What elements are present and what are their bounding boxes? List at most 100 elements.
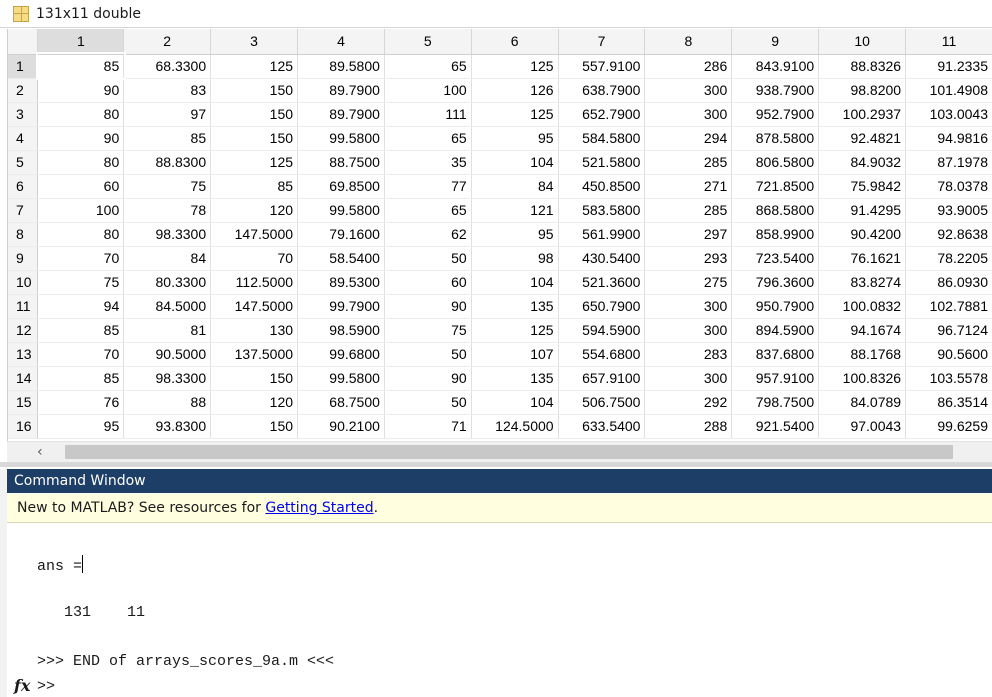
table-cell[interactable]: 99.6259 bbox=[905, 414, 992, 439]
table-cell[interactable]: 93.8300 bbox=[123, 414, 212, 439]
data-table[interactable]: 1 2 3 4 5 6 7 8 9 10 11 1 85 68.3300 125 89.5800 65 125 5… bbox=[8, 29, 992, 439]
column-header-9[interactable]: 9 bbox=[731, 29, 820, 55]
table-row[interactable]: 5 80 88.8300 125 88.7500 35 104 521.5800 285 806.… bbox=[8, 150, 992, 175]
table-cell[interactable]: 96.7124 bbox=[905, 318, 992, 343]
table-cell[interactable]: 650.7900 bbox=[558, 294, 646, 319]
horizontal-scrollbar[interactable]: ‹ bbox=[7, 441, 992, 462]
table-cell[interactable]: 80.3300 bbox=[123, 270, 212, 295]
table-cell[interactable]: 652.7900 bbox=[558, 102, 646, 127]
table-cell[interactable]: 90.2100 bbox=[297, 414, 385, 439]
table-cell[interactable]: 91.2335 bbox=[905, 54, 992, 79]
table-cell[interactable]: 50 bbox=[384, 342, 472, 367]
column-header-11[interactable]: 11 bbox=[905, 29, 992, 55]
table-cell[interactable]: 83 bbox=[123, 78, 212, 103]
table-cell[interactable]: 100.8326 bbox=[818, 366, 907, 391]
table-cell[interactable]: 99.7900 bbox=[297, 294, 385, 319]
table-row[interactable]: 14 85 98.3300 150 99.5800 90 135 657.9100 300 957… bbox=[8, 366, 992, 391]
table-cell[interactable]: 88.8326 bbox=[818, 54, 907, 79]
table-row[interactable]: 4 90 85 150 99.5800 65 95 584.5800 294 878.5800 92… bbox=[8, 126, 992, 151]
table-cell[interactable]: 92.8638 bbox=[905, 222, 992, 247]
table-cell[interactable]: 104 bbox=[471, 150, 559, 175]
table-cell[interactable]: 297 bbox=[644, 222, 733, 247]
table-cell[interactable]: 85 bbox=[37, 318, 125, 343]
table-cell[interactable]: 88.1768 bbox=[818, 342, 907, 367]
table-cell[interactable]: 84.9032 bbox=[818, 150, 907, 175]
table-cell[interactable]: 150 bbox=[210, 366, 299, 391]
table-cell[interactable]: 130 bbox=[210, 318, 299, 343]
row-header[interactable]: 9 bbox=[8, 246, 39, 271]
table-cell[interactable]: 98.5900 bbox=[297, 318, 385, 343]
table-cell[interactable]: 60 bbox=[384, 270, 472, 295]
row-header[interactable]: 7 bbox=[8, 198, 39, 223]
row-header[interactable]: 13 bbox=[8, 342, 39, 367]
column-header-1[interactable]: 1 bbox=[37, 29, 125, 55]
table-cell[interactable]: 521.5800 bbox=[558, 150, 646, 175]
table-cell[interactable]: 50 bbox=[384, 246, 472, 271]
table-cell[interactable]: 583.5800 bbox=[558, 198, 646, 223]
table-cell[interactable]: 950.7900 bbox=[731, 294, 820, 319]
row-header[interactable]: 16 bbox=[8, 414, 39, 439]
table-cell[interactable]: 111 bbox=[384, 102, 472, 127]
table-cell[interactable]: 84.5000 bbox=[123, 294, 212, 319]
table-cell[interactable]: 868.5800 bbox=[731, 198, 820, 223]
table-cell[interactable]: 107 bbox=[471, 342, 559, 367]
table-row[interactable]: 12 85 81 130 98.5900 75 125 594.5900 300 894.5900… bbox=[8, 318, 992, 343]
table-cell[interactable]: 125 bbox=[471, 318, 559, 343]
table-cell[interactable]: 100.2937 bbox=[818, 102, 907, 127]
table-cell[interactable]: 521.3600 bbox=[558, 270, 646, 295]
table-cell[interactable]: 271 bbox=[644, 174, 733, 199]
table-cell[interactable]: 120 bbox=[210, 198, 299, 223]
table-cell[interactable]: 894.5900 bbox=[731, 318, 820, 343]
table-cell[interactable]: 843.9100 bbox=[731, 54, 820, 79]
table-cell[interactable]: 957.9100 bbox=[731, 366, 820, 391]
variable-grid[interactable]: 1 2 3 4 5 6 7 8 9 10 11 1 85 68.3300 125 89.5800 65 125 5… bbox=[7, 29, 992, 441]
table-cell[interactable]: 70 bbox=[37, 342, 125, 367]
table-cell[interactable]: 98.8200 bbox=[818, 78, 907, 103]
table-cell[interactable]: 100 bbox=[37, 198, 125, 223]
table-cell[interactable]: 95 bbox=[471, 126, 559, 151]
table-cell[interactable]: 150 bbox=[210, 78, 299, 103]
table-cell[interactable]: 147.5000 bbox=[210, 222, 299, 247]
table-cell[interactable]: 90.4200 bbox=[818, 222, 907, 247]
table-cell[interactable]: 80 bbox=[37, 222, 125, 247]
table-cell[interactable]: 98 bbox=[471, 246, 559, 271]
table-cell[interactable]: 837.6800 bbox=[731, 342, 820, 367]
table-cell[interactable]: 723.5400 bbox=[731, 246, 820, 271]
table-cell[interactable]: 806.5800 bbox=[731, 150, 820, 175]
table-cell[interactable]: 90 bbox=[37, 126, 125, 151]
table-cell[interactable]: 798.7500 bbox=[731, 390, 820, 415]
column-header-3[interactable]: 3 bbox=[210, 29, 299, 55]
table-cell[interactable]: 85 bbox=[210, 174, 299, 199]
table-cell[interactable]: 286 bbox=[644, 54, 733, 79]
command-window-body[interactable]: ans = 131 11 >>> END of arrays_scores_9a… bbox=[7, 523, 992, 697]
table-cell[interactable]: 90.5000 bbox=[123, 342, 212, 367]
table-cell[interactable]: 79.1600 bbox=[297, 222, 385, 247]
table-cell[interactable]: 952.7900 bbox=[731, 102, 820, 127]
table-cell[interactable]: 283 bbox=[644, 342, 733, 367]
table-cell[interactable]: 86.3514 bbox=[905, 390, 992, 415]
table-cell[interactable]: 103.5578 bbox=[905, 366, 992, 391]
table-cell[interactable]: 62 bbox=[384, 222, 472, 247]
column-header-2[interactable]: 2 bbox=[123, 29, 212, 55]
table-cell[interactable]: 938.7900 bbox=[731, 78, 820, 103]
table-cell[interactable]: 126 bbox=[471, 78, 559, 103]
table-cell[interactable]: 721.8500 bbox=[731, 174, 820, 199]
table-cell[interactable]: 300 bbox=[644, 294, 733, 319]
table-cell[interactable]: 102.7881 bbox=[905, 294, 992, 319]
table-cell[interactable]: 125 bbox=[471, 102, 559, 127]
table-cell[interactable]: 300 bbox=[644, 102, 733, 127]
table-row[interactable]: 15 76 88 120 68.7500 50 104 506.7500 292 798.7500… bbox=[8, 390, 992, 415]
table-cell[interactable]: 293 bbox=[644, 246, 733, 271]
table-cell[interactable]: 300 bbox=[644, 318, 733, 343]
table-cell[interactable]: 506.7500 bbox=[558, 390, 646, 415]
table-cell[interactable]: 104 bbox=[471, 390, 559, 415]
table-cell[interactable]: 292 bbox=[644, 390, 733, 415]
table-cell[interactable]: 90 bbox=[384, 366, 472, 391]
row-header[interactable]: 8 bbox=[8, 222, 39, 247]
row-header[interactable]: 12 bbox=[8, 318, 39, 343]
table-cell[interactable]: 71 bbox=[384, 414, 472, 439]
table-cell[interactable]: 285 bbox=[644, 198, 733, 223]
column-header-10[interactable]: 10 bbox=[818, 29, 907, 55]
table-cell[interactable]: 150 bbox=[210, 414, 299, 439]
table-cell[interactable]: 75 bbox=[384, 318, 472, 343]
